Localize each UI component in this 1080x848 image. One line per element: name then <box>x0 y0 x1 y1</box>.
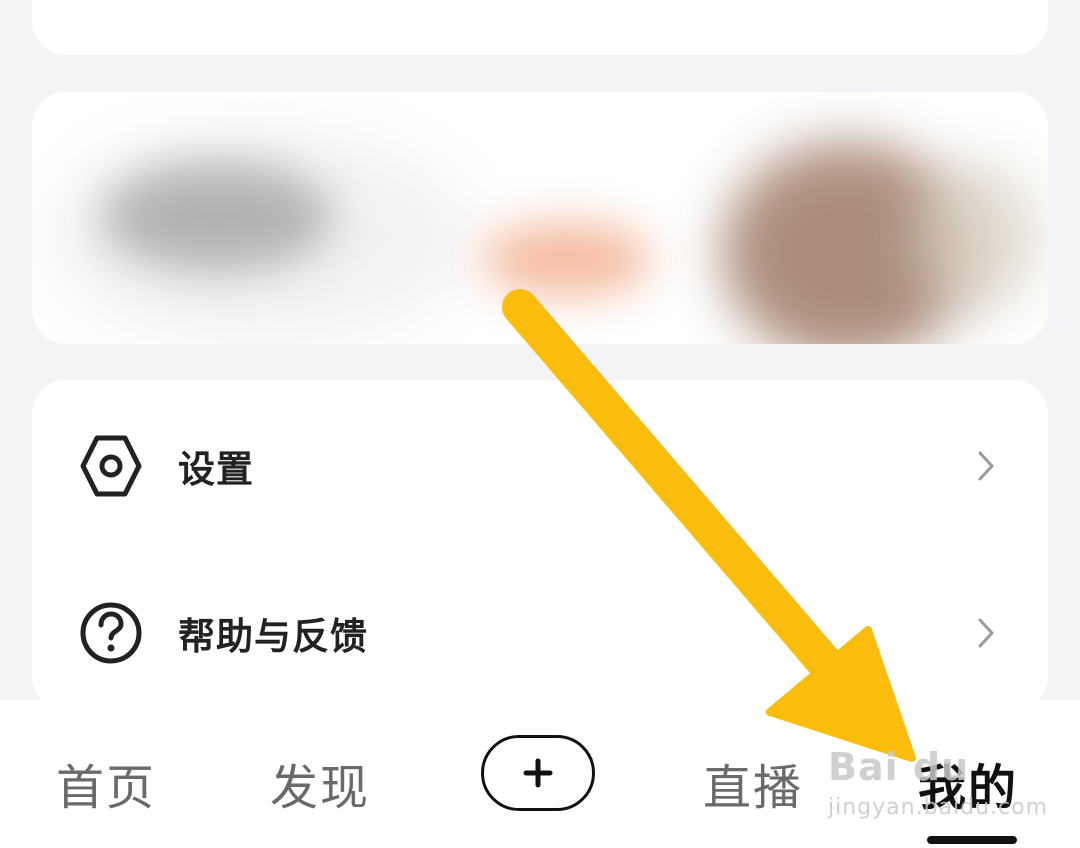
blur-region <box>102 162 332 272</box>
menu-item-label: 设置 <box>178 448 254 491</box>
plus-icon <box>523 758 553 788</box>
profile-page: 设置 帮助与反馈 首页 发现 直播 我的 Bai du jingyan.baid… <box>0 0 1080 848</box>
blurred-content-card <box>32 92 1048 344</box>
blur-region <box>912 162 1042 312</box>
nav-tab-live[interactable]: 直播 <box>703 748 803 818</box>
help-circle-icon <box>78 600 144 666</box>
nav-tab-mine[interactable]: 我的 <box>918 748 1018 818</box>
menu-item-label: 帮助与反馈 <box>178 615 368 658</box>
menu-card: 设置 帮助与反馈 <box>32 380 1048 710</box>
chevron-right-icon <box>972 613 1000 653</box>
active-tab-indicator <box>927 836 1017 844</box>
top-card <box>32 0 1048 55</box>
menu-item-help-feedback[interactable]: 帮助与反馈 <box>32 583 1048 683</box>
blur-region <box>482 222 652 297</box>
bottom-nav-bar: 首页 发现 直播 我的 <box>0 700 1080 848</box>
menu-item-settings[interactable]: 设置 <box>32 416 1048 516</box>
chevron-right-icon <box>972 446 1000 486</box>
create-post-button[interactable] <box>481 735 595 811</box>
nav-tab-discover[interactable]: 发现 <box>270 748 370 818</box>
settings-hexagon-icon <box>78 433 144 499</box>
nav-tab-home[interactable]: 首页 <box>56 748 156 818</box>
